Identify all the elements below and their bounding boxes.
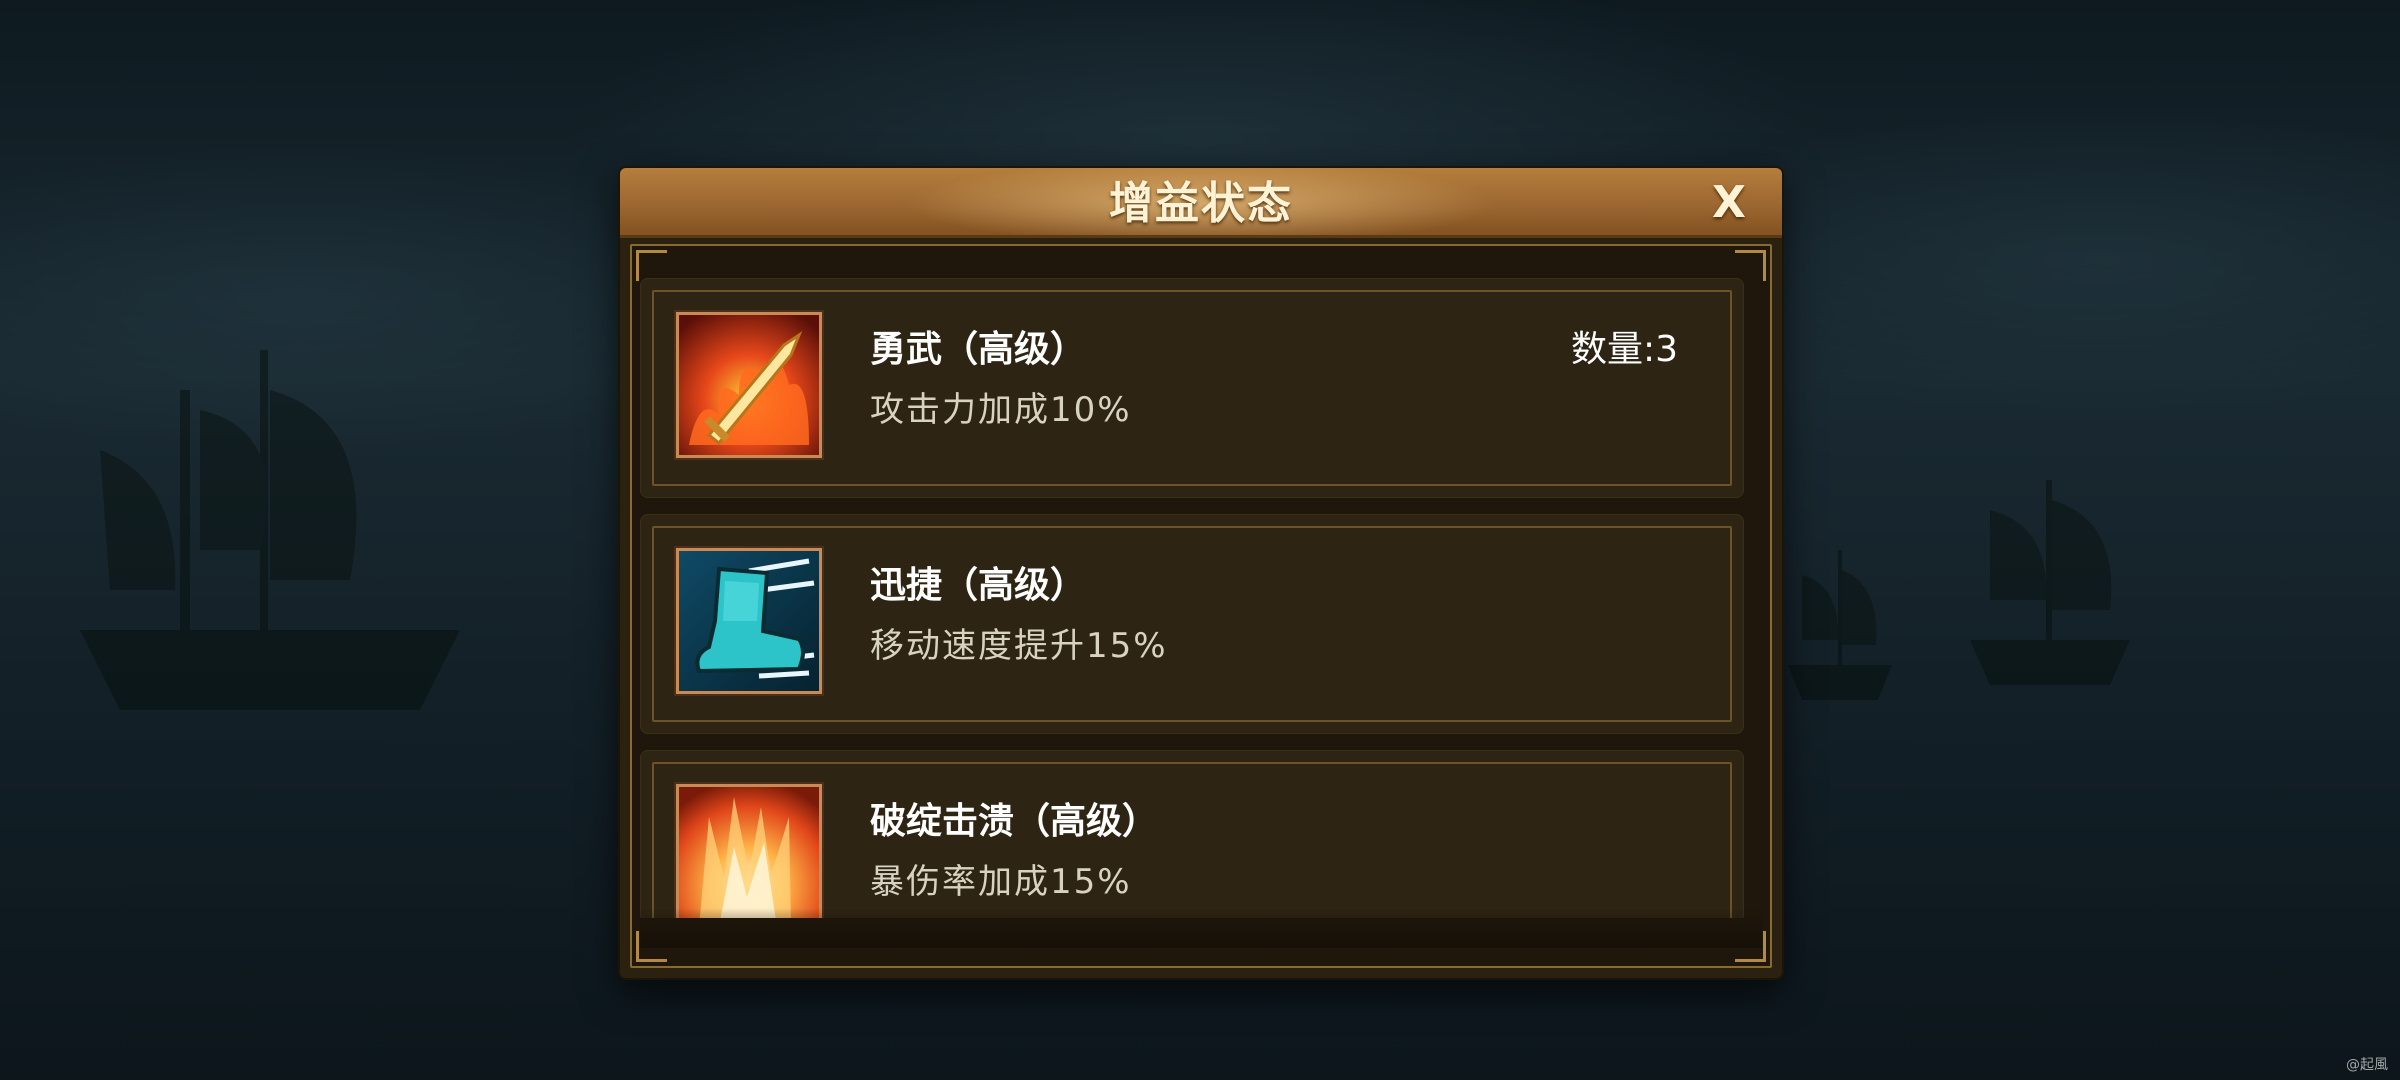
watermark: @起風 xyxy=(2346,1057,2388,1073)
ship-silhouette-left xyxy=(80,350,460,710)
buff-count: 数量:3 xyxy=(1570,329,1678,370)
buff-card[interactable]: 破绽击溃（高级） 暴伤率加成15% xyxy=(640,750,1744,918)
flame-burst-icon xyxy=(674,782,824,918)
buff-card[interactable]: 迅捷（高级） 移动速度提升15% xyxy=(640,514,1744,734)
buff-name: 迅捷（高级） xyxy=(870,565,1087,606)
buff-name: 破绽击溃（高级） xyxy=(870,801,1159,842)
buff-description: 移动速度提升15% xyxy=(870,626,1168,666)
buff-list[interactable]: 勇武（高级） 数量:3 攻击力加成10% 迅捷（高级） 移动速度提升15% 破绽… xyxy=(640,278,1762,918)
dialog-title: 增益状态 xyxy=(1109,178,1293,229)
buff-description: 攻击力加成10% xyxy=(870,390,1132,430)
buff-name: 勇武（高级） xyxy=(870,329,1087,370)
flaming-sword-icon xyxy=(674,310,824,460)
ship-silhouette-far xyxy=(1788,550,1892,700)
list-scroll-fade xyxy=(640,908,1762,948)
swift-boot-icon xyxy=(674,546,824,696)
buff-card[interactable]: 勇武（高级） 数量:3 攻击力加成10% xyxy=(640,278,1744,498)
frame-corner-ornament xyxy=(1735,250,1766,281)
close-button[interactable]: X xyxy=(1704,178,1754,228)
frame-corner-ornament xyxy=(636,250,667,281)
ship-silhouette-right xyxy=(1970,480,2130,685)
buff-description: 暴伤率加成15% xyxy=(870,862,1132,902)
